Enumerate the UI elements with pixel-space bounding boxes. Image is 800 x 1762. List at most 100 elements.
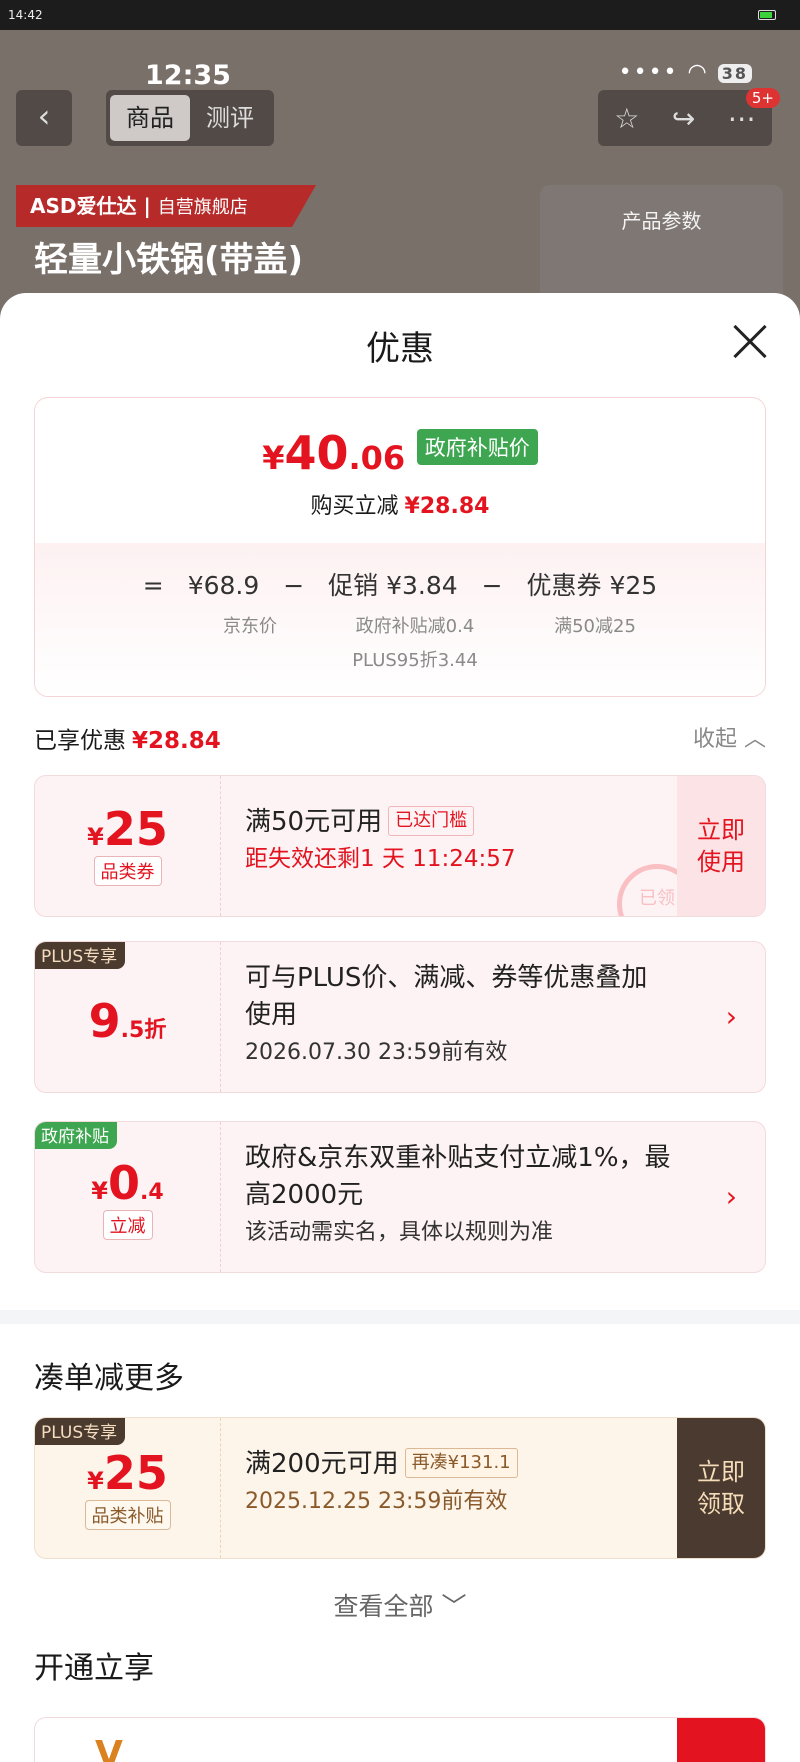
collapse-label: 收起	[692, 727, 737, 752]
coupon-amount-value: 25	[103, 802, 168, 856]
formula-coupon: 优惠券 ¥25	[526, 571, 658, 600]
reduce-value: ¥28.84	[404, 494, 490, 519]
tab-goods[interactable]: 商品	[110, 95, 190, 141]
brand-banner: ASD爱仕达 | 自营旗舰店	[16, 185, 316, 227]
coupon-type-tag: 品类补贴	[84, 1500, 171, 1530]
coupon-desc: 政府&京东双重补贴支付立减1%，最 高2000元 该活动需实名，具体以规则为准	[245, 1140, 671, 1251]
back-arrow-icon: ‹	[37, 97, 51, 135]
coupon-currency: ¥	[87, 823, 104, 851]
plus-sub-label: PLUS95折3.44	[352, 650, 478, 671]
coupon-value-area: ¥25 品类补贴	[35, 1418, 221, 1558]
membership-logo-icon: V	[95, 1734, 123, 1762]
final-price: ¥40.06 政府补贴价	[35, 426, 765, 480]
coupon-currency: ¥	[87, 1467, 104, 1495]
discount-decimal: .5折	[120, 1018, 167, 1043]
plus-discount-card[interactable]: PLUS专享 9.5折 可与PLUS价、满减、券等优惠叠加 使用 2026.07…	[34, 941, 766, 1093]
formula-minus: −	[283, 571, 305, 600]
see-all-label: 查看全部	[333, 1592, 434, 1621]
plus-desc-line2: 使用	[245, 1000, 298, 1030]
enjoyed-discount: 已享优惠 ¥28.84	[34, 721, 221, 755]
jd-price-label: 京东价	[223, 616, 277, 637]
use-now-label-line2: 使用	[697, 848, 745, 876]
chevron-up-icon: ︿	[743, 727, 766, 752]
open-button[interactable]	[677, 1718, 765, 1762]
coupon-sub-label: 满50减25	[554, 616, 636, 637]
threshold-reached-tag: 已达门槛	[388, 806, 475, 836]
coupon-desc: 满200元可用 再凑¥131.1 2025.12.25 23:59前有效	[245, 1446, 518, 1520]
system-clock: 14:42	[8, 8, 43, 22]
use-now-label-line1: 立即	[697, 816, 745, 844]
page: 14:42 12:35 •••• ◠ 38 ‹ 商品 测评 ☆ ↪ ⋯ 5+ A…	[0, 0, 800, 1762]
back-button[interactable]: ‹	[16, 90, 72, 146]
subsidy-amount: ¥0.4	[35, 1156, 220, 1210]
price-decimal: .06	[348, 439, 406, 477]
coupon-value-area: 9.5折	[35, 942, 221, 1092]
share-icon[interactable]: ↪	[672, 102, 695, 135]
coupon-value-area: ¥25 品类券	[35, 776, 221, 916]
gov-desc-line1: 政府&京东双重补贴支付立减1%，最	[245, 1143, 671, 1173]
price-currency: ¥	[262, 439, 285, 477]
system-status-bar: 14:42	[0, 0, 800, 30]
message-badge: 5+	[745, 88, 780, 108]
subsidy-integer: 0	[108, 1156, 141, 1210]
coupon-card: ¥25 品类券 满50元可用 已达门槛 距失效还剩1 天 11:24:57 已领 …	[34, 775, 766, 917]
claim-now-button[interactable]: 立即 领取	[677, 1418, 765, 1558]
discount-integer: 9	[88, 994, 121, 1048]
enjoyed-value: ¥28.84	[132, 728, 221, 754]
phone-time: 12:35	[145, 60, 231, 91]
store-label: 自营旗舰店	[157, 197, 248, 218]
star-icon[interactable]: ☆	[614, 102, 639, 135]
formula-minus: −	[481, 571, 503, 600]
coupon-value-area: ¥0.4 立减	[35, 1122, 221, 1272]
price-integer: 40	[284, 426, 349, 480]
see-all-button[interactable]: 查看全部 ﹀	[0, 1587, 800, 1623]
plus-validity: 2026.07.30 23:59前有效	[245, 1040, 508, 1065]
close-icon[interactable]	[732, 323, 768, 359]
add-more-tag: 再凑¥131.1	[404, 1448, 518, 1478]
subsidy-currency: ¥	[91, 1177, 108, 1205]
product-params-card[interactable]: 产品参数	[540, 185, 783, 305]
gov-price-tag: 政府补贴价	[416, 429, 538, 465]
reduce-line: 购买立减 ¥28.84	[35, 488, 765, 520]
open-section-title: 开通立享	[34, 1651, 154, 1686]
reduce-label: 购买立减	[310, 494, 399, 519]
product-tabs: 商品 测评	[106, 90, 274, 146]
coupon-desc: 可与PLUS价、满减、券等优惠叠加 使用 2026.07.30 23:59前有效	[245, 960, 647, 1071]
chevron-right-icon: ›	[725, 1000, 737, 1033]
coupon-amount: ¥25	[35, 802, 220, 856]
product-title: 轻量小铁锅(带盖)	[34, 240, 304, 280]
coupon-condition: 满200元可用	[245, 1449, 399, 1479]
instant-reduce-tag: 立减	[102, 1210, 153, 1240]
use-now-button[interactable]: 立即 使用	[677, 776, 765, 916]
gov-note: 该活动需实名，具体以规则为准	[245, 1220, 554, 1245]
coupon-countdown: 距失效还剩1 天 11:24:57	[245, 846, 516, 872]
price-formula: = ¥68.9 − 促销 ¥3.84 − 优惠券 ¥25	[35, 566, 765, 602]
battery-level: 38	[717, 64, 752, 83]
gov-subsidy-card[interactable]: 政府补贴 ¥0.4 立减 政府&京东双重补贴支付立减1%，最 高2000元 该活…	[34, 1121, 766, 1273]
signal-icon: ••••	[618, 60, 679, 85]
collapse-button[interactable]: 收起 ︿	[693, 721, 766, 753]
brand-name: ASD爱仕达	[30, 194, 137, 218]
coupon-validity: 2025.12.25 23:59前有效	[245, 1489, 508, 1514]
tab-reviews[interactable]: 测评	[190, 95, 270, 141]
chevron-right-icon: ›	[725, 1180, 737, 1213]
claim-label-line2: 领取	[697, 1490, 745, 1518]
coupon-amount-value: 25	[103, 1446, 168, 1500]
coupon-desc: 满50元可用 已达门槛 距失效还剩1 天 11:24:57	[245, 804, 516, 878]
coupon-condition: 满50元可用	[245, 807, 383, 837]
formula-jd-price: ¥68.9	[187, 571, 260, 600]
discount-rate: 9.5折	[35, 994, 220, 1048]
gov-desc-line2: 高2000元	[245, 1180, 364, 1210]
discount-sheet: 优惠 ¥40.06 政府补贴价 购买立减 ¥28.84 = ¥68.9 − 促销 …	[0, 293, 800, 1762]
coupon-type-tag: 品类券	[93, 856, 162, 886]
sheet-title: 优惠	[366, 329, 434, 369]
phone-status-icons: •••• ◠ 38	[619, 60, 752, 85]
params-label: 产品参数	[621, 209, 702, 233]
gov-sub-label: 政府补贴减0.4	[355, 616, 475, 637]
formula-eq: =	[142, 571, 164, 600]
price-breakdown-card: ¥40.06 政府补贴价 购买立减 ¥28.84 = ¥68.9 − 促销 ¥3.…	[34, 397, 766, 697]
membership-card: V	[34, 1717, 766, 1762]
subsidy-decimal: .4	[140, 1180, 164, 1205]
claim-label-line1: 立即	[697, 1458, 745, 1486]
chevron-down-icon: ﹀	[441, 1592, 467, 1621]
